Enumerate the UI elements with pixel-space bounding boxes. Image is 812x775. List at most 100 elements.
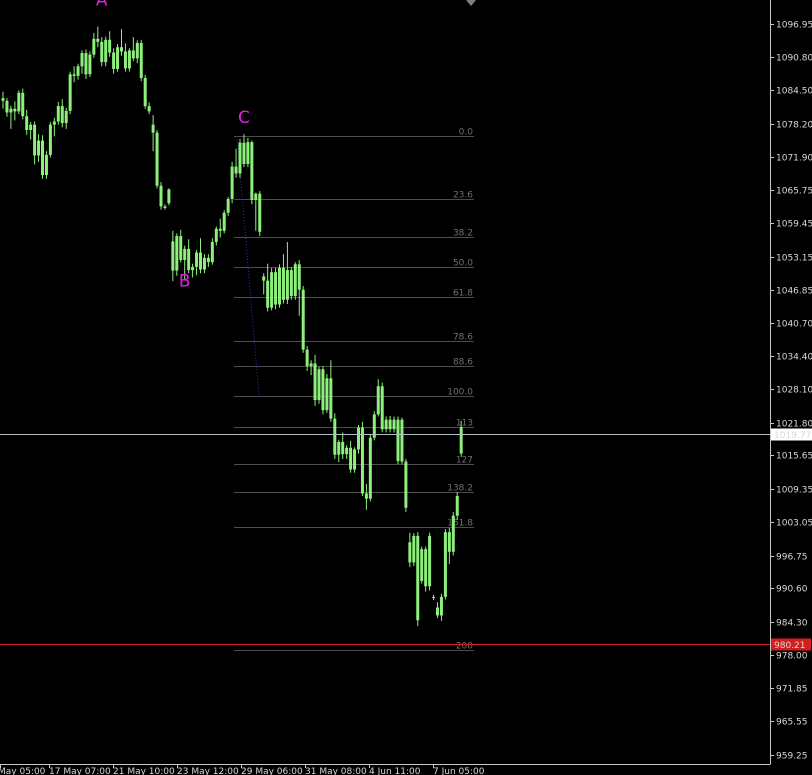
- candle[interactable]: [341, 432, 345, 459]
- candle[interactable]: [48, 122, 52, 158]
- candle[interactable]: [68, 71, 72, 115]
- candle[interactable]: [116, 44, 120, 72]
- candle[interactable]: [297, 259, 301, 316]
- candle[interactable]: [420, 546, 424, 584]
- candle[interactable]: [250, 140, 254, 205]
- candle[interactable]: [392, 416, 396, 433]
- candle[interactable]: [5, 98, 9, 117]
- candle[interactable]: [171, 230, 175, 282]
- candle[interactable]: [210, 238, 214, 265]
- candle[interactable]: [56, 101, 60, 125]
- chart-canvas[interactable]: 0.0 23.6 38.2 50.0 61.8 78.6 88.6 100.0 113 127 13…: [0, 0, 812, 775]
- candle[interactable]: [100, 37, 104, 67]
- candle[interactable]: [222, 210, 226, 234]
- candle[interactable]: [230, 161, 234, 204]
- candle[interactable]: [408, 532, 412, 568]
- candle[interactable]: [41, 135, 44, 179]
- candle[interactable]: [455, 491, 459, 520]
- candle[interactable]: [206, 254, 210, 267]
- candle[interactable]: [246, 137, 250, 168]
- candle[interactable]: [167, 188, 171, 206]
- candle[interactable]: [33, 121, 37, 165]
- candle[interactable]: [376, 379, 380, 417]
- candle[interactable]: [396, 416, 400, 465]
- candle[interactable]: [76, 63, 80, 80]
- candle[interactable]: [242, 134, 246, 168]
- candle[interactable]: [175, 233, 179, 276]
- candle[interactable]: [226, 196, 230, 216]
- candle[interactable]: [123, 43, 127, 72]
- candle[interactable]: [372, 411, 376, 441]
- candle[interactable]: [447, 527, 451, 564]
- candle[interactable]: [317, 366, 321, 404]
- candle[interactable]: [139, 39, 143, 82]
- candle[interactable]: [202, 254, 206, 274]
- chart-shift-marker[interactable]: [466, 0, 476, 6]
- candle[interactable]: [270, 267, 274, 311]
- candle[interactable]: [345, 445, 349, 459]
- candle[interactable]: [238, 139, 242, 178]
- candle[interactable]: [29, 122, 33, 140]
- candle[interactable]: [112, 48, 116, 74]
- candle[interactable]: [364, 483, 368, 510]
- candle[interactable]: [60, 99, 64, 128]
- candle[interactable]: [108, 31, 112, 57]
- candle[interactable]: [274, 267, 278, 310]
- candle[interactable]: [80, 50, 84, 74]
- candle[interactable]: [278, 264, 281, 308]
- candle[interactable]: [88, 51, 92, 77]
- candle[interactable]: [289, 266, 293, 300]
- candle[interactable]: [234, 148, 238, 178]
- candle[interactable]: [72, 66, 76, 83]
- candle[interactable]: [400, 417, 404, 465]
- candle[interactable]: [360, 421, 364, 497]
- candle[interactable]: [333, 413, 337, 459]
- candle[interactable]: [159, 181, 163, 210]
- candle[interactable]: [388, 415, 392, 433]
- candle[interactable]: [17, 90, 21, 115]
- candle[interactable]: [353, 447, 357, 473]
- candle[interactable]: [96, 26, 100, 48]
- candle[interactable]: [301, 285, 305, 353]
- candle[interactable]: [285, 241, 289, 305]
- candle[interactable]: [439, 593, 443, 621]
- candle[interactable]: [218, 218, 222, 238]
- candle[interactable]: [412, 533, 416, 567]
- candle[interactable]: [357, 424, 360, 454]
- candle[interactable]: [21, 88, 25, 120]
- candle[interactable]: [424, 546, 428, 592]
- candle[interactable]: [432, 594, 436, 601]
- candle[interactable]: [9, 105, 13, 129]
- candle[interactable]: [281, 254, 285, 304]
- candle[interactable]: [25, 109, 29, 135]
- candle[interactable]: [187, 239, 191, 274]
- candle[interactable]: [131, 37, 135, 62]
- candle[interactable]: [254, 192, 258, 231]
- candle[interactable]: [451, 511, 455, 556]
- candle[interactable]: [1, 91, 5, 109]
- candle[interactable]: [404, 458, 408, 512]
- candle[interactable]: [37, 134, 41, 162]
- candle[interactable]: [195, 249, 199, 276]
- candle[interactable]: [443, 528, 447, 600]
- candle[interactable]: [266, 263, 270, 312]
- candle[interactable]: [120, 29, 123, 56]
- candle[interactable]: [163, 204, 167, 210]
- candle[interactable]: [179, 229, 183, 263]
- candle[interactable]: [258, 191, 262, 237]
- candle[interactable]: [262, 273, 266, 295]
- candle[interactable]: [104, 36, 108, 67]
- candle[interactable]: [147, 102, 151, 115]
- candle[interactable]: [436, 602, 439, 619]
- candle[interactable]: [321, 366, 325, 415]
- candle[interactable]: [44, 151, 48, 179]
- candle[interactable]: [305, 345, 309, 371]
- price-chart[interactable]: 0.0 23.6 38.2 50.0 61.8 78.6 88.6 100.0 113 127 13…: [0, 0, 812, 775]
- candle[interactable]: [337, 439, 341, 463]
- candle[interactable]: [64, 107, 68, 129]
- candle[interactable]: [293, 262, 297, 300]
- candle[interactable]: [329, 360, 333, 422]
- candle[interactable]: [143, 74, 147, 109]
- candle[interactable]: [13, 101, 17, 121]
- candle[interactable]: [52, 117, 56, 137]
